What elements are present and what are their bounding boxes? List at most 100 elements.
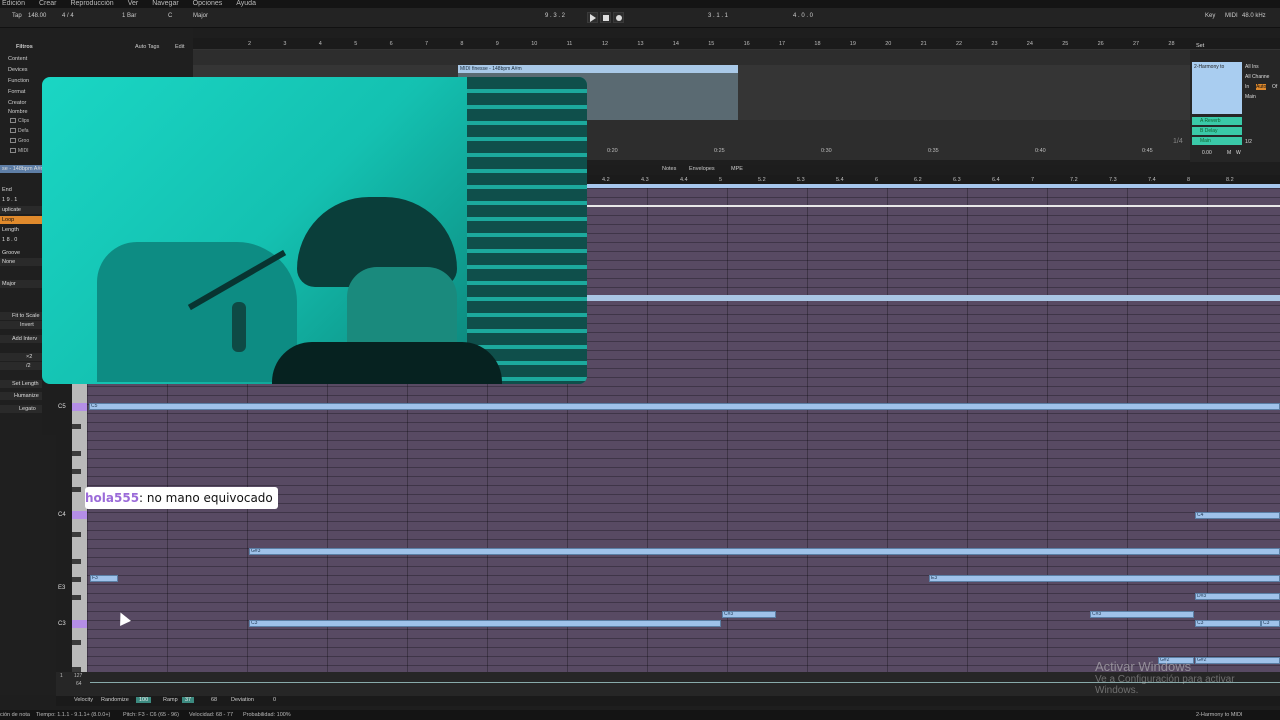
midi-note[interactable]: F3: [90, 575, 118, 582]
folder-item[interactable]: MIDI: [10, 148, 29, 154]
midi-note[interactable]: C#3: [1090, 611, 1194, 618]
midi-note[interactable]: C4: [1195, 512, 1280, 519]
end-label: End: [2, 187, 12, 193]
filter-format[interactable]: Format: [8, 89, 25, 95]
volume-value[interactable]: 0.00: [1202, 150, 1212, 156]
halve-button[interactable]: /2: [0, 362, 42, 370]
menu-help[interactable]: Ayuda: [236, 0, 256, 8]
groove-select[interactable]: None: [0, 258, 42, 266]
folder-item[interactable]: Clips: [10, 118, 29, 124]
filter-content[interactable]: Content: [8, 56, 27, 62]
write-button[interactable]: W: [1236, 150, 1241, 156]
folder-item[interactable]: Defa: [10, 128, 29, 134]
menu-view[interactable]: Ver: [128, 0, 139, 8]
midi-note[interactable]: D#3: [1195, 593, 1280, 600]
filter-creator[interactable]: Creator: [8, 100, 26, 106]
randomize-value[interactable]: 100: [136, 697, 152, 703]
ruler-tick: 6: [389, 41, 393, 47]
set-length-button[interactable]: Set Length: [0, 380, 42, 388]
ramp-button[interactable]: Ramp: [163, 697, 178, 703]
send-delay[interactable]: B Delay: [1192, 127, 1242, 135]
loop-length[interactable]: 4 . 0 . 0: [793, 13, 813, 19]
menu-create[interactable]: Crear: [39, 0, 57, 8]
black-key[interactable]: [72, 577, 81, 582]
ramp-value[interactable]: 37: [182, 697, 195, 703]
time-signature[interactable]: 4 / 4: [62, 13, 74, 19]
midi-note[interactable]: C#3: [722, 611, 776, 618]
clip-name[interactable]: se - 148bpm A#m: [0, 165, 42, 173]
auto-tags-button[interactable]: Auto Tags: [135, 44, 159, 50]
black-key[interactable]: [72, 487, 81, 492]
send-main[interactable]: Main: [1192, 137, 1242, 145]
ruler-tick: 28: [1168, 41, 1175, 47]
menu-edit[interactable]: Edición: [2, 0, 25, 8]
filter-devices[interactable]: Devices: [8, 67, 28, 73]
tap-button[interactable]: Tap: [12, 13, 22, 19]
black-key[interactable]: [72, 469, 81, 474]
highlighted-key[interactable]: [72, 620, 87, 628]
humanize-button[interactable]: Humanize: [0, 392, 42, 400]
legato-button[interactable]: Legato: [0, 405, 42, 413]
output-select[interactable]: Main: [1245, 94, 1256, 100]
black-key[interactable]: [72, 559, 81, 564]
mute-button[interactable]: M: [1227, 150, 1231, 156]
double-button[interactable]: ×2: [0, 353, 42, 361]
set-button[interactable]: Set: [1196, 43, 1204, 49]
stop-button[interactable]: [600, 12, 611, 23]
monitor-auto[interactable]: Auto: [1256, 84, 1267, 90]
track-header[interactable]: 2-Harmony to: [1192, 62, 1242, 114]
black-key[interactable]: [72, 451, 81, 456]
channel-select[interactable]: All Channe: [1245, 74, 1269, 80]
record-button[interactable]: [613, 12, 624, 23]
add-interval-button[interactable]: Add Interv: [0, 335, 42, 343]
end-value[interactable]: 1 9 . 1: [0, 196, 42, 204]
loop-start[interactable]: 3 . 1 . 1: [708, 13, 728, 19]
loop-toggle[interactable]: Loop: [0, 216, 42, 224]
song-position[interactable]: 9 . 3 . 2: [545, 13, 565, 19]
midi-note[interactable]: G#3: [249, 548, 1280, 555]
metronome-rate[interactable]: 1 Bar: [122, 13, 136, 19]
monitor-in[interactable]: In: [1245, 84, 1249, 90]
menu-playback[interactable]: Reproducción: [70, 0, 113, 8]
scale-mode[interactable]: Major: [193, 13, 208, 19]
play-button[interactable]: [587, 12, 598, 23]
tab-notes[interactable]: Notes: [662, 166, 676, 172]
midi-note[interactable]: C5: [89, 403, 1280, 410]
filters-label[interactable]: Filtros: [16, 44, 33, 50]
menu-navigate[interactable]: Navegar: [152, 0, 178, 8]
black-key[interactable]: [72, 640, 81, 645]
highlighted-key[interactable]: [72, 511, 87, 519]
folder-item[interactable]: Groo: [10, 138, 29, 144]
black-key[interactable]: [72, 424, 81, 429]
black-key[interactable]: [72, 595, 81, 600]
key-map-button[interactable]: Key: [1205, 13, 1215, 19]
midi-note[interactable]: C3: [1261, 620, 1280, 627]
fit-to-scale-button[interactable]: Fit to Scale: [0, 312, 42, 320]
send-reverb[interactable]: A Reverb: [1192, 117, 1242, 125]
duplicate-button[interactable]: uplicate: [0, 206, 42, 214]
highlighted-key[interactable]: [72, 403, 87, 411]
randomize-button[interactable]: Randomize: [101, 697, 129, 703]
black-key[interactable]: [72, 532, 81, 537]
deviation-value[interactable]: 0: [273, 697, 276, 703]
midi-note[interactable]: E3: [929, 575, 1280, 582]
tempo-field[interactable]: 148.00: [28, 13, 46, 19]
menu-options[interactable]: Opciones: [193, 0, 223, 8]
pan-value[interactable]: 1/2: [1245, 139, 1252, 145]
input-select[interactable]: All Ins: [1245, 64, 1259, 70]
tab-envelopes[interactable]: Envelopes: [689, 166, 715, 172]
midi-note[interactable]: C3: [249, 620, 721, 627]
filter-function[interactable]: Function: [8, 78, 29, 84]
midi-map-button[interactable]: MIDI: [1225, 13, 1238, 19]
length-value[interactable]: 1 8 . 0: [0, 236, 42, 244]
edit-button[interactable]: Edit: [175, 44, 184, 50]
invert-button[interactable]: Invert: [0, 321, 42, 329]
monitor-off[interactable]: Of: [1272, 84, 1277, 90]
scale-select[interactable]: Major: [0, 280, 42, 288]
scale-key[interactable]: C: [168, 13, 172, 19]
name-column-header[interactable]: Nombre: [8, 109, 28, 115]
arrangement-ruler[interactable]: 2 3 4 5 6 7 8 9 10 11 12 13 14 15 16 17 18 19 20 21 22 23 24 25…: [193, 38, 1280, 50]
tab-mpe[interactable]: MPE: [731, 166, 743, 172]
ramp-value-2[interactable]: 68: [211, 697, 217, 703]
midi-note[interactable]: C3: [1195, 620, 1261, 627]
